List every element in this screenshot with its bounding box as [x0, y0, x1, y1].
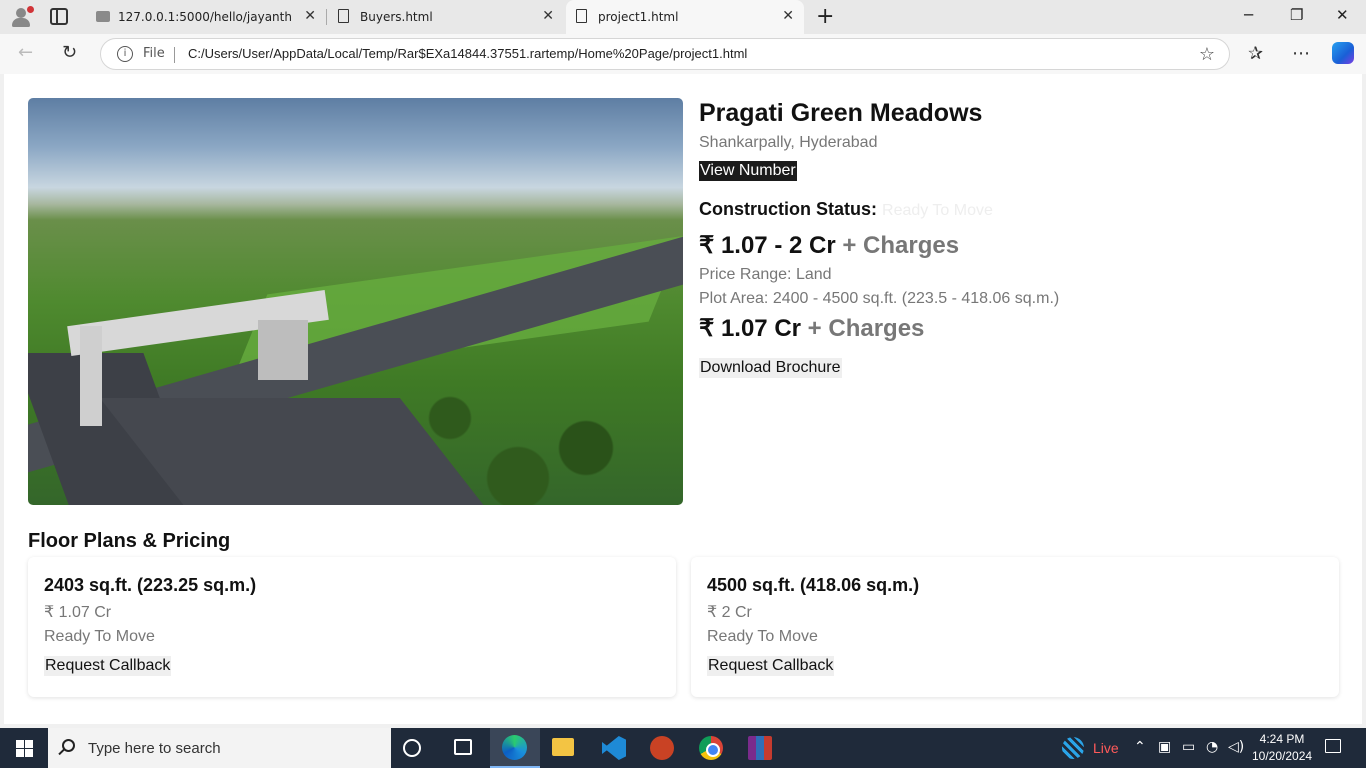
favorites-icon[interactable]: ✰: [1248, 43, 1263, 64]
profile-avatar-icon[interactable]: [10, 6, 34, 28]
floor-plan-card: 4500 sq.ft. (418.06 sq.m.) ₹ 2 Cr Ready …: [691, 557, 1339, 697]
project-title: Pragati Green Meadows: [699, 99, 983, 127]
project-location: Shankarpally, Hyderabad: [699, 134, 878, 151]
document-icon: [576, 9, 587, 23]
clock-time: 4:24 PM: [1259, 732, 1305, 746]
status-label: Construction Status:: [699, 199, 877, 219]
plan-price: ₹ 1.07 Cr: [44, 604, 112, 621]
charges-label: + Charges: [842, 232, 960, 259]
system-clock[interactable]: 4:24 PM 10/20/2024: [1252, 731, 1312, 765]
close-tab-icon[interactable]: ✕: [304, 8, 316, 24]
minimize-icon[interactable]: ─: [1244, 6, 1253, 24]
tab-localhost[interactable]: 127.0.0.1:5000/hello/jayanth ✕: [86, 0, 326, 34]
windows-taskbar: Type here to search Live ⌃ ▣ ▭ ◔ ◁) 4:24…: [0, 728, 1366, 768]
reload-icon[interactable]: ↻: [62, 42, 77, 63]
address-bar[interactable]: i File C:/Users/User/AppData/Local/Temp/…: [100, 38, 1230, 70]
tab-title: project1.html: [598, 10, 679, 24]
search-icon: [62, 739, 75, 752]
copilot-icon[interactable]: [1332, 42, 1354, 64]
tab-divider: [326, 9, 327, 25]
tab-actions-icon[interactable]: [50, 8, 68, 25]
tab-title: Buyers.html: [360, 10, 433, 24]
wifi-icon[interactable]: ◔: [1206, 739, 1218, 755]
tab-buyers[interactable]: Buyers.html ✕: [328, 0, 564, 34]
floor-plan-card: 2403 sq.ft. (223.25 sq.m.) ₹ 1.07 Cr Rea…: [28, 557, 676, 697]
plan-status: Ready To Move: [707, 628, 818, 645]
price-range-value: ₹ 1.07 - 2 Cr: [699, 232, 836, 259]
browser-toolbar: ← ↻ i File C:/Users/User/AppData/Local/T…: [0, 34, 1366, 74]
base-price-value: ₹ 1.07 Cr: [699, 315, 801, 342]
meet-now-icon[interactable]: ▣: [1158, 739, 1171, 755]
base-price: ₹ 1.07 Cr + Charges: [699, 314, 1339, 343]
tab-project1[interactable]: project1.html ✕: [566, 0, 804, 34]
info-icon[interactable]: i: [117, 46, 133, 62]
chrome-icon[interactable]: [699, 736, 723, 760]
request-callback-button[interactable]: Request Callback: [707, 656, 835, 676]
search-placeholder: Type here to search: [88, 740, 221, 757]
document-icon: [338, 9, 349, 23]
taskbar-search-box[interactable]: Type here to search: [48, 728, 391, 768]
plan-size: 4500 sq.ft. (418.06 sq.m.): [707, 575, 920, 595]
price-range: ₹ 1.07 - 2 Cr + Charges: [699, 231, 1339, 260]
view-number-button[interactable]: View Number: [699, 161, 797, 181]
plan-status: Ready To Move: [44, 628, 155, 645]
cortana-icon[interactable]: [403, 739, 421, 757]
download-brochure-button[interactable]: Download Brochure: [699, 358, 842, 378]
project-image: [28, 98, 683, 505]
address-divider: [174, 47, 175, 63]
browser-tab-strip: 127.0.0.1:5000/hello/jayanth ✕ Buyers.ht…: [0, 0, 1366, 34]
cricket-live-icon[interactable]: [1062, 737, 1084, 759]
powerpoint-icon[interactable]: [650, 736, 674, 760]
price-range-type: Price Range: Land: [699, 266, 832, 283]
url-text[interactable]: C:/Users/User/AppData/Local/Temp/Rar$EXa…: [188, 46, 747, 61]
file-label: File: [143, 46, 165, 61]
new-tab-icon[interactable]: +: [816, 4, 834, 29]
charges-label: + Charges: [807, 315, 925, 342]
restore-icon[interactable]: ❐: [1290, 6, 1303, 24]
back-arrow-icon[interactable]: ←: [18, 42, 33, 63]
winrar-icon[interactable]: [748, 736, 772, 760]
construction-status: Construction Status: Ready To Move: [699, 199, 1339, 220]
task-view-icon[interactable]: [454, 739, 472, 755]
battery-icon[interactable]: ▭: [1182, 739, 1195, 755]
project-details: Pragati Green Meadows Shankarpally, Hyde…: [699, 98, 1339, 378]
plan-price: ₹ 2 Cr: [707, 604, 752, 621]
status-value: Ready To Move: [882, 202, 993, 219]
page-favicon-icon: [96, 11, 110, 22]
page-viewport: Pragati Green Meadows Shankarpally, Hyde…: [4, 74, 1362, 724]
vscode-icon[interactable]: [602, 736, 626, 760]
close-window-icon[interactable]: ✕: [1336, 6, 1349, 24]
notifications-icon[interactable]: [1325, 739, 1341, 753]
more-options-icon[interactable]: ⋯: [1292, 43, 1310, 64]
floor-plans-title: Floor Plans & Pricing: [28, 530, 231, 552]
volume-icon[interactable]: ◁): [1228, 739, 1244, 755]
tab-title: 127.0.0.1:5000/hello/jayanth: [118, 10, 292, 24]
plot-area: Plot Area: 2400 - 4500 sq.ft. (223.5 - 4…: [699, 290, 1060, 307]
live-label[interactable]: Live: [1093, 740, 1119, 756]
windows-start-icon[interactable]: [16, 740, 33, 757]
chevron-up-icon[interactable]: ⌃: [1134, 739, 1146, 755]
clock-date: 10/20/2024: [1252, 749, 1313, 763]
edge-browser-icon[interactable]: [502, 735, 527, 760]
close-tab-icon[interactable]: ✕: [782, 8, 794, 24]
file-explorer-icon[interactable]: [552, 738, 574, 756]
close-tab-icon[interactable]: ✕: [542, 8, 554, 24]
request-callback-button[interactable]: Request Callback: [44, 656, 172, 676]
plan-size: 2403 sq.ft. (223.25 sq.m.): [44, 575, 257, 595]
favorite-star-icon[interactable]: ☆: [1199, 44, 1215, 65]
